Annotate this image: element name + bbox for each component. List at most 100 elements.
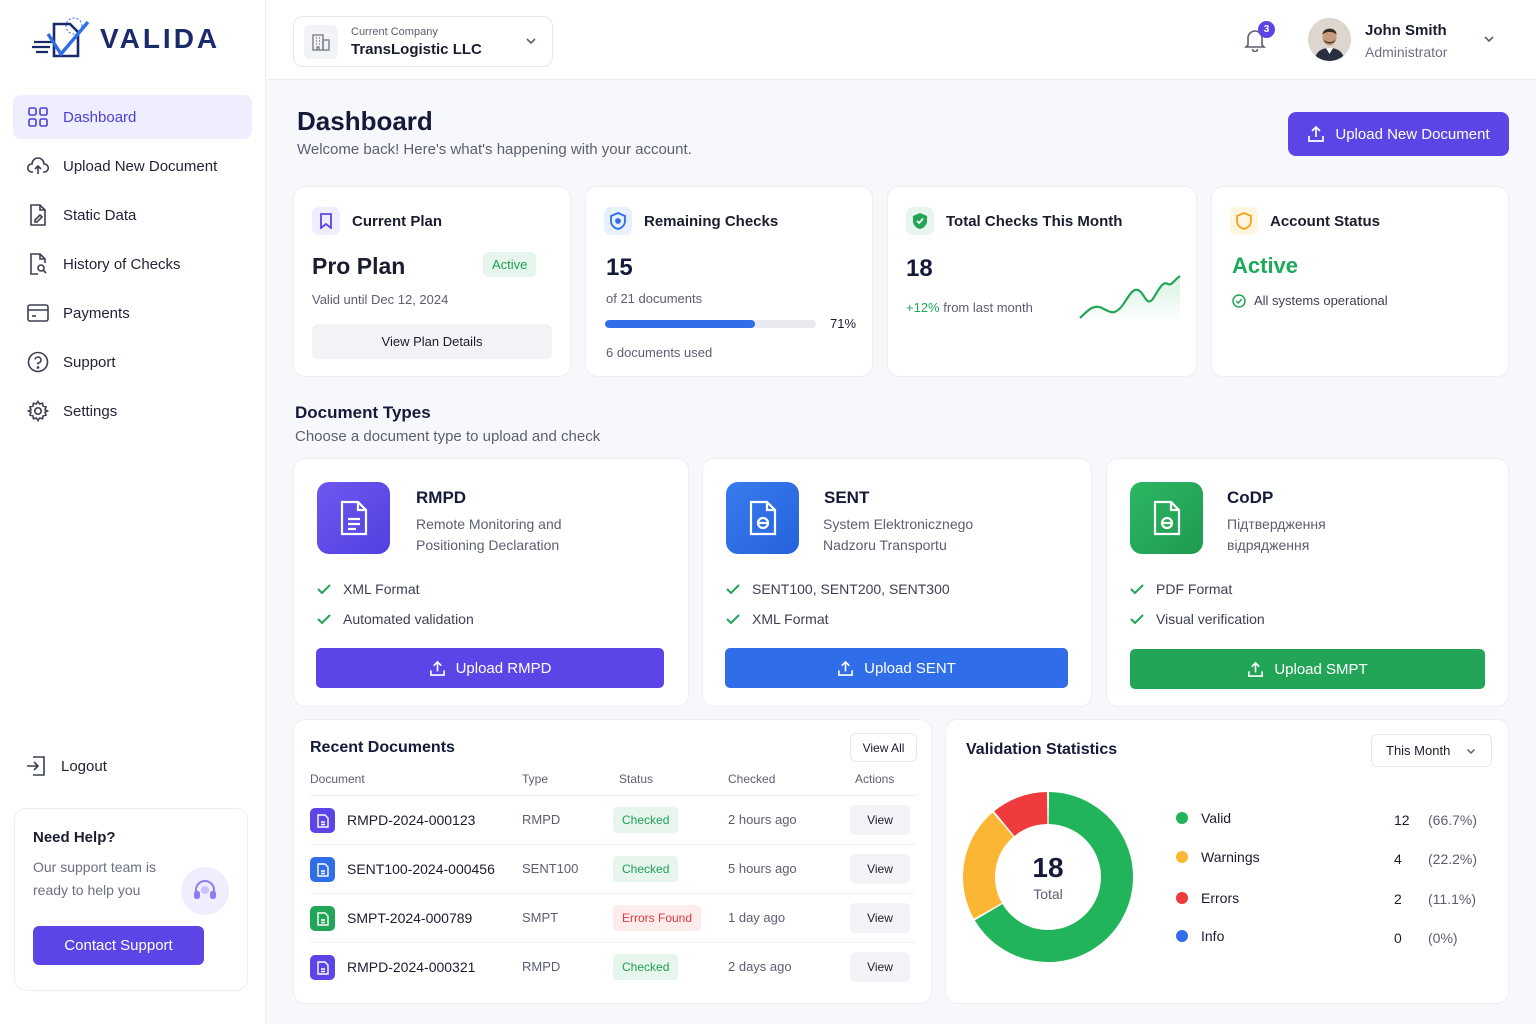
feature-item: PDF Format: [1130, 581, 1232, 597]
sidebar-item-label: Payments: [63, 304, 130, 322]
sidebar-item-label: Upload New Document: [63, 157, 218, 175]
upload-sent-label: Upload SENT: [864, 659, 956, 677]
view-button[interactable]: View: [850, 805, 910, 835]
legend-dot: [1176, 930, 1188, 942]
document-type: SENT100: [522, 861, 579, 876]
donut-total-value: 18: [1032, 852, 1064, 883]
upload-icon: [1248, 661, 1264, 677]
column-header: Document: [310, 772, 365, 786]
remaining-percent: 71%: [830, 316, 857, 331]
legend-percent: (0%): [1428, 930, 1458, 946]
change-text: +12% from last month: [906, 300, 1033, 315]
upload-smpt-button[interactable]: Upload SMPT: [1130, 649, 1485, 689]
doc-type-name: RMPD: [416, 488, 467, 507]
document-name[interactable]: RMPD-2024-000321: [347, 959, 475, 975]
feature-label: Visual verification: [1156, 611, 1265, 627]
legend-value: 4: [1394, 851, 1402, 867]
upload-new-document-button[interactable]: Upload New Document: [1288, 112, 1509, 156]
view-button[interactable]: View: [850, 854, 910, 884]
status-badge: Errors Found: [613, 905, 702, 931]
documents-used: 6 documents used: [606, 345, 713, 360]
topbar: Current Company TransLogistic LLC 3 John…: [266, 0, 1536, 80]
help-text: Our support team is ready to help you: [33, 859, 156, 898]
check-icon: [317, 584, 331, 595]
doc-type-name: CoDP: [1227, 488, 1274, 507]
chevron-down-icon[interactable]: [1482, 32, 1496, 46]
period-select[interactable]: This Month: [1371, 734, 1492, 767]
help-title: Need Help?: [33, 829, 116, 846]
company-selector[interactable]: Current Company TransLogistic LLC: [293, 16, 553, 67]
document-name[interactable]: RMPD-2024-000123: [347, 812, 475, 828]
company-name: TransLogistic LLC: [351, 40, 482, 58]
feature-label: Automated validation: [343, 611, 474, 627]
column-header: Type: [522, 772, 549, 786]
legend-dot: [1176, 812, 1188, 824]
company-label: Current Company: [351, 25, 438, 38]
sidebar-item-label: Settings: [63, 402, 118, 420]
sidebar-item-settings[interactable]: Settings: [13, 389, 252, 433]
upload-sent-button[interactable]: Upload SENT: [725, 648, 1068, 688]
change-percent: +12%: [906, 300, 940, 315]
card-title: Account Status: [1270, 212, 1381, 230]
total-checks-value: 18: [906, 255, 933, 282]
shield-check-icon: [906, 207, 934, 235]
upload-icon: [838, 660, 854, 676]
account-status-card: Account Status Active All systems operat…: [1211, 186, 1509, 377]
legend-percent: (11.1%): [1428, 891, 1476, 907]
sidebar-nav: Dashboard Upload New Document Static Dat…: [13, 95, 252, 438]
building-icon: [304, 24, 338, 59]
sidebar-item-payments[interactable]: Payments: [13, 291, 252, 335]
remaining-checks-of: of 21 documents: [606, 291, 703, 306]
sidebar-item-static-data[interactable]: Static Data: [13, 193, 252, 237]
recent-documents-card: Recent Documents View All Document Type …: [293, 719, 932, 1004]
sidebar-item-label: Dashboard: [63, 108, 137, 126]
view-button[interactable]: View: [850, 952, 910, 982]
document-icon: [726, 482, 799, 554]
feature-item: XML Format: [317, 581, 420, 597]
file-icon: [310, 955, 335, 980]
view-all-button[interactable]: View All: [850, 733, 917, 762]
feature-item: Visual verification: [1130, 611, 1265, 627]
status-badge: Checked: [613, 856, 679, 882]
sidebar-item-history[interactable]: History of Checks: [13, 242, 252, 286]
document-name[interactable]: SENT100-2024-000456: [347, 861, 495, 877]
legend-dot: [1176, 851, 1188, 863]
view-plan-details-button[interactable]: View Plan Details: [312, 324, 552, 359]
upload-icon: [429, 660, 445, 676]
contact-support-button[interactable]: Contact Support: [33, 926, 204, 965]
doc-type-description: Підтвердження відрядження: [1227, 516, 1326, 553]
legend-value: 0: [1394, 930, 1402, 946]
user-name: John Smith: [1365, 22, 1447, 39]
view-button[interactable]: View: [850, 903, 910, 933]
legend-item-valid: Valid: [1176, 810, 1231, 826]
plan-name: Pro Plan: [312, 253, 406, 279]
help-circle-icon: [27, 351, 49, 373]
doc-type-name: SENT: [824, 488, 870, 507]
upload-rmpd-label: Upload RMPD: [455, 659, 552, 677]
document-type: RMPD: [522, 812, 561, 827]
checked-time: 5 hours ago: [728, 861, 797, 876]
upload-rmpd-button[interactable]: Upload RMPD: [316, 648, 664, 688]
donut-center: 18 Total: [998, 852, 1098, 902]
legend-item-warnings: Warnings: [1176, 849, 1260, 865]
status-badge: Active: [483, 252, 537, 277]
feature-label: SENT100, SENT200, SENT300: [752, 581, 950, 597]
card-title: Total Checks This Month: [946, 212, 1123, 230]
document-name[interactable]: SMPT-2024-000789: [347, 910, 472, 926]
table-row: RMPD-2024-000321 RMPD Checked 2 days ago…: [310, 943, 916, 992]
logo[interactable]: VALIDA: [30, 16, 220, 62]
feature-label: PDF Format: [1156, 581, 1233, 597]
table-row: SMPT-2024-000789 SMPT Errors Found 1 day…: [310, 894, 916, 943]
column-header: Actions: [855, 772, 895, 786]
doc-type-card-codp: CoDP Підтвердження відрядження PDF Forma…: [1106, 458, 1509, 707]
sidebar-item-upload[interactable]: Upload New Document: [13, 144, 252, 188]
systems-status: All systems operational: [1232, 293, 1388, 308]
brand-name: VALIDA: [100, 23, 221, 54]
help-card: Need Help? Our support team is ready to …: [14, 808, 248, 991]
sidebar-item-dashboard[interactable]: Dashboard: [13, 95, 252, 139]
document-types-subtitle: Choose a document type to upload and che…: [295, 428, 601, 445]
sidebar-item-support[interactable]: Support: [13, 340, 252, 384]
logout-link[interactable]: Logout: [25, 755, 107, 777]
user-avatar[interactable]: [1308, 18, 1351, 61]
status-badge: Checked: [613, 954, 679, 980]
